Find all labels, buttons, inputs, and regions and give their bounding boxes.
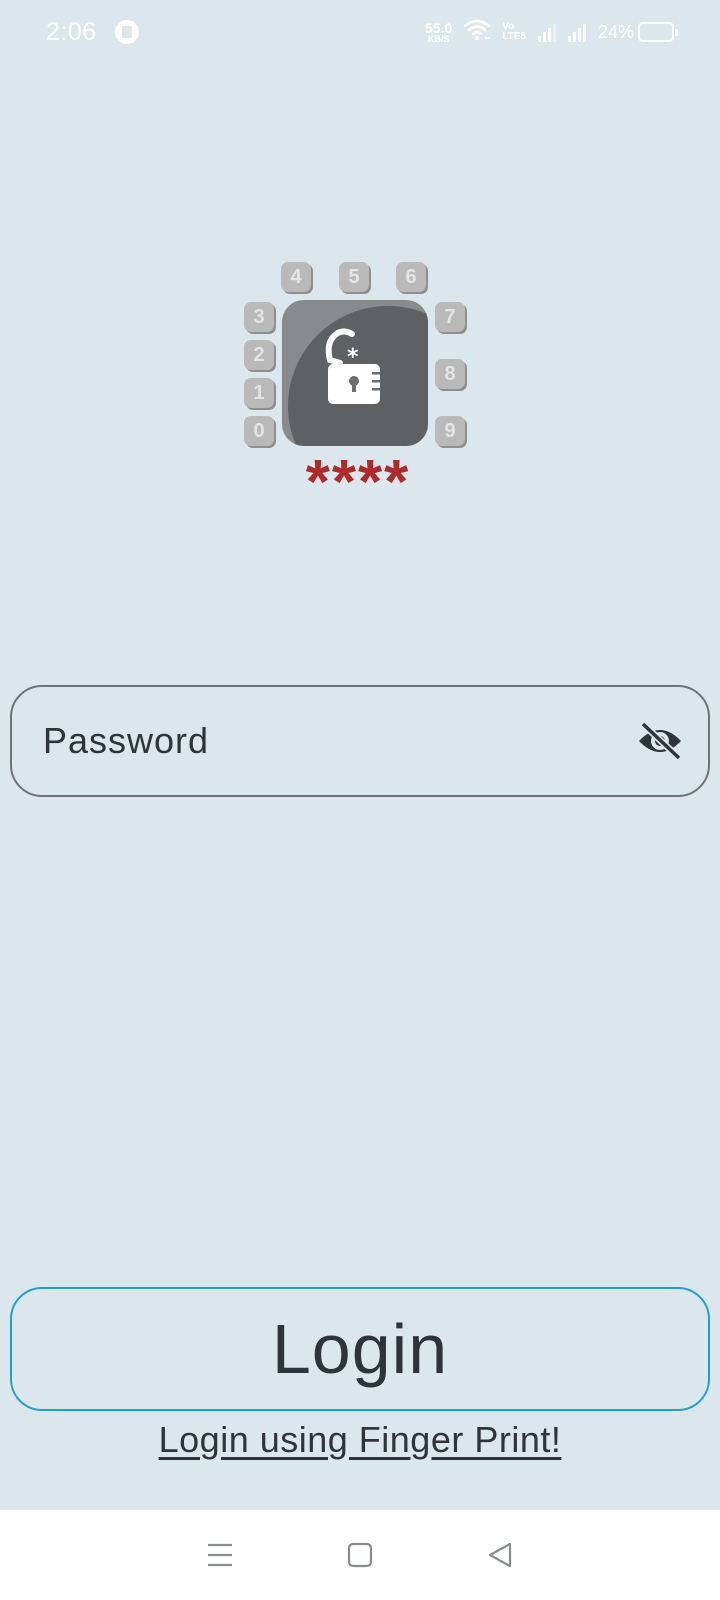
login-button[interactable]: Login — [10, 1287, 710, 1411]
key-2: 2 — [244, 340, 274, 370]
lock-tile: * — [282, 300, 428, 446]
key-1: 1 — [244, 378, 274, 408]
volte-bottom: LTE8 — [502, 31, 526, 42]
key-7: 7 — [435, 302, 465, 332]
password-stars: **** — [305, 448, 411, 517]
key-9: 9 — [435, 416, 465, 446]
signal-sim2-icon — [567, 22, 586, 42]
wifi-icon — [463, 19, 491, 46]
password-field[interactable] — [10, 685, 710, 797]
visibility-off-icon[interactable] — [636, 717, 684, 765]
navigation-bar — [0, 1510, 720, 1600]
battery-icon — [638, 22, 678, 42]
network-speed: 55.0 KB/S — [425, 21, 452, 44]
status-left: 2:06 — [46, 18, 139, 47]
password-input[interactable] — [43, 720, 636, 762]
key-0: 0 — [244, 416, 274, 446]
network-speed-unit: KB/S — [427, 33, 450, 44]
home-square-icon[interactable] — [336, 1531, 384, 1579]
battery-percent: 24% — [597, 21, 634, 42]
status-right: 55.0 KB/S Vo LTE8 24% — [425, 19, 678, 46]
key-3: 3 — [244, 302, 274, 332]
network-speed-value: 55.0 — [425, 19, 453, 36]
signal-sim1-icon — [537, 22, 556, 42]
menu-icon[interactable] — [196, 1531, 244, 1579]
key-5: 5 — [339, 262, 369, 292]
fingerprint-login-link[interactable]: Login using Finger Print! — [0, 1419, 720, 1461]
unlocked-padlock-icon: * — [325, 328, 380, 404]
battery-indicator: 24% — [597, 21, 678, 43]
app-logo: 4 5 6 3 2 1 0 7 8 9 * **** — [244, 262, 474, 514]
status-bar: 2:06 55.0 KB/S Vo LTE8 24% — [0, 0, 720, 64]
svg-text:*: * — [347, 345, 359, 370]
back-triangle-icon[interactable] — [476, 1531, 524, 1579]
volte-indicator: Vo LTE8 — [502, 22, 526, 42]
status-time: 2:06 — [46, 17, 97, 46]
app-notification-icon — [114, 20, 139, 44]
key-6: 6 — [396, 262, 426, 292]
key-8: 8 — [435, 359, 465, 389]
key-4: 4 — [281, 262, 311, 292]
